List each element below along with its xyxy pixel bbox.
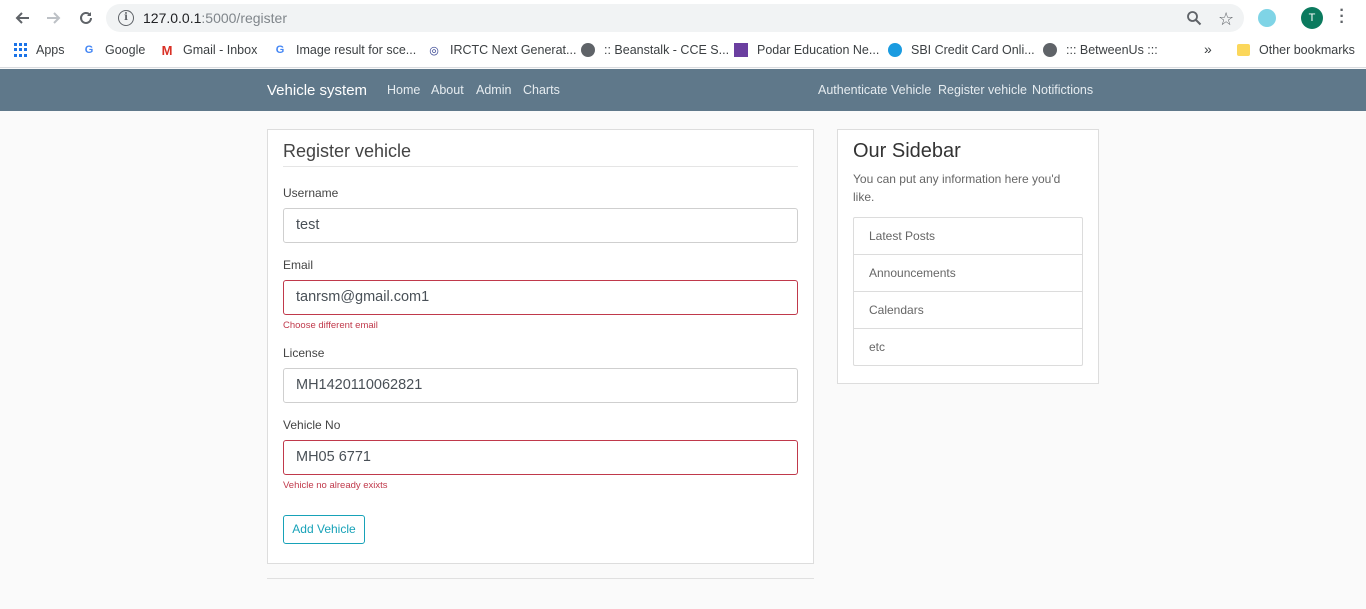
bookmark-image-result[interactable]: G Image result for sce... bbox=[273, 43, 416, 57]
email-label: Email bbox=[283, 258, 314, 272]
bookmark-betweenus[interactable]: ::: BetweenUs ::: bbox=[1043, 43, 1158, 57]
license-label: License bbox=[283, 346, 325, 360]
nav-charts[interactable]: Charts bbox=[523, 83, 560, 97]
bookmark-irctc[interactable]: ◎ IRCTC Next Generat... bbox=[427, 43, 576, 57]
nav-admin[interactable]: Admin bbox=[476, 83, 511, 97]
sidebar-description: You can put any information here you'd l… bbox=[853, 172, 1061, 204]
bookmark-label: SBI Credit Card Onli... bbox=[911, 43, 1035, 57]
email-error: Choose different email bbox=[283, 320, 378, 331]
navbar-brand[interactable]: Vehicle system bbox=[267, 82, 367, 99]
add-vehicle-button[interactable]: Add Vehicle bbox=[283, 515, 365, 544]
irctc-icon: ◎ bbox=[429, 44, 439, 57]
app-navbar: Vehicle system Home About Admin Charts A… bbox=[0, 69, 1366, 111]
email-field[interactable]: tanrsm@gmail.com1 bbox=[283, 280, 798, 315]
back-arrow-icon[interactable] bbox=[10, 7, 34, 29]
form-legend: Register vehicle bbox=[283, 141, 798, 167]
google-icon: G bbox=[275, 44, 285, 56]
gmail-icon: M bbox=[161, 42, 173, 58]
vehicle-no-error: Vehicle no already exixts bbox=[283, 480, 388, 491]
sidebar-item-announcements[interactable]: Announcements bbox=[854, 255, 1082, 292]
globe-icon bbox=[1043, 43, 1057, 57]
vehicle-no-label: Vehicle No bbox=[283, 418, 341, 432]
other-bookmarks-label: Other bookmarks bbox=[1259, 43, 1355, 57]
bookmark-label: IRCTC Next Generat... bbox=[450, 43, 577, 57]
podar-icon bbox=[734, 43, 748, 57]
browser-toolbar: i 127.0.0.1:5000/register ☆ T · · · bbox=[0, 0, 1366, 36]
bookmarks-overflow-icon[interactable]: » bbox=[1204, 41, 1212, 57]
sidebar-card: Our Sidebar You can put any information … bbox=[837, 129, 1099, 384]
bookmarks-bar: Apps G Google M Gmail - Inbox G Image re… bbox=[0, 36, 1366, 68]
address-bar[interactable]: i 127.0.0.1:5000/register ☆ bbox=[106, 4, 1244, 32]
bookmark-label: ::: BetweenUs ::: bbox=[1066, 43, 1158, 57]
sidebar-item-calendars[interactable]: Calendars bbox=[854, 292, 1082, 329]
menu-dots-icon[interactable]: · · · bbox=[1336, 3, 1348, 31]
sidebar-title: Our Sidebar bbox=[853, 140, 961, 162]
sidebar-item-latest-posts[interactable]: Latest Posts bbox=[854, 218, 1082, 255]
bookmark-label: :: Beanstalk - CCE S... bbox=[604, 43, 730, 57]
url-text[interactable]: 127.0.0.1:5000/register bbox=[143, 10, 287, 26]
bookmark-gmail[interactable]: M Gmail - Inbox bbox=[160, 42, 258, 58]
license-field[interactable]: MH1420110062821 bbox=[283, 368, 798, 403]
avatar[interactable]: T bbox=[1301, 7, 1323, 29]
vehicle-no-field[interactable]: MH05 6771 bbox=[283, 440, 798, 475]
forward-arrow-icon[interactable] bbox=[42, 7, 66, 29]
bookmark-label: Gmail - Inbox bbox=[183, 43, 258, 57]
nav-home[interactable]: Home bbox=[387, 83, 420, 97]
bookmark-podar[interactable]: Podar Education Ne... bbox=[734, 43, 879, 57]
extension-icon[interactable] bbox=[1258, 9, 1276, 27]
sidebar-list: Latest Posts Announcements Calendars etc bbox=[853, 217, 1083, 366]
other-bookmarks[interactable]: Other bookmarks bbox=[1237, 43, 1355, 57]
bookmark-label: Image result for sce... bbox=[296, 43, 417, 57]
bookmark-sbi[interactable]: SBI Credit Card Onli... bbox=[888, 43, 1035, 57]
apps-grid-icon bbox=[14, 43, 27, 57]
bookmark-apps[interactable]: Apps bbox=[14, 43, 65, 57]
nav-about[interactable]: About bbox=[431, 83, 464, 97]
star-icon[interactable]: ☆ bbox=[1218, 9, 1234, 30]
sidebar-item-etc[interactable]: etc bbox=[854, 329, 1082, 365]
zoom-icon[interactable] bbox=[1186, 10, 1202, 31]
nav-notifications[interactable]: Notifictions bbox=[1032, 83, 1093, 97]
info-icon[interactable]: i bbox=[118, 10, 134, 26]
sbi-icon bbox=[888, 43, 902, 57]
nav-register-vehicle[interactable]: Register vehicle bbox=[938, 83, 1027, 97]
bookmark-label: Apps bbox=[36, 43, 65, 57]
bookmark-google[interactable]: G Google bbox=[82, 43, 146, 57]
bookmark-label: Google bbox=[105, 43, 146, 57]
username-field[interactable]: test bbox=[283, 208, 798, 243]
reload-icon[interactable] bbox=[74, 7, 98, 29]
content-divider bbox=[267, 578, 814, 579]
bookmark-beanstalk[interactable]: :: Beanstalk - CCE S... bbox=[581, 43, 729, 57]
folder-icon bbox=[1237, 44, 1250, 56]
register-form-card: Register vehicle Username test Email tan… bbox=[267, 129, 814, 564]
bookmark-label: Podar Education Ne... bbox=[757, 43, 880, 57]
nav-authenticate-vehicle[interactable]: Authenticate Vehicle bbox=[818, 83, 931, 97]
google-icon: G bbox=[84, 44, 94, 56]
username-label: Username bbox=[283, 186, 339, 200]
globe-icon bbox=[581, 43, 595, 57]
